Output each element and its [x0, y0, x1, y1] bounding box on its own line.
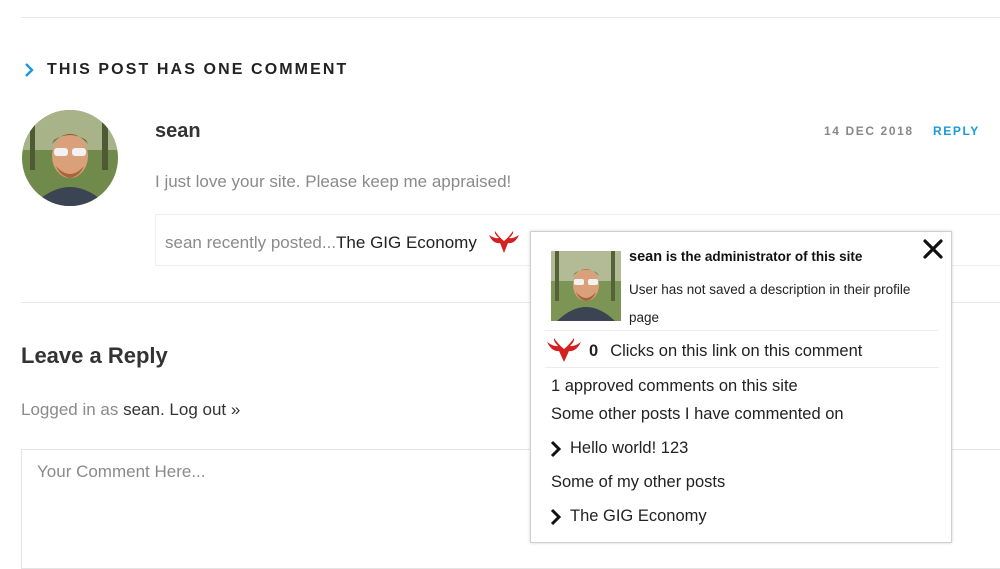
commentluv-wings-icon	[547, 338, 581, 362]
logged-prefix: Logged in as	[21, 400, 124, 419]
clicks-text: Clicks on this link on this comment	[610, 341, 863, 360]
commentluv-wings-icon[interactable]	[487, 231, 521, 255]
recent-post-link[interactable]: The GIG Economy	[336, 233, 477, 253]
author-info-popup: sean is the administrator of this site U…	[530, 231, 952, 543]
other-posts-heading: Some of my other posts	[551, 473, 726, 491]
logged-dot: .	[159, 400, 170, 419]
popup-clicks-row: 0 Clicks on this link on this comment	[545, 338, 862, 364]
comments-section-title: This Post Has One Comment	[21, 61, 348, 79]
recent-post-line: sean recently posted... The GIG Economy	[165, 231, 521, 255]
logged-in-line: Logged in as sean. Log out »	[21, 400, 240, 420]
approved-comments: 1 approved comments on this site	[551, 377, 798, 395]
comment-author[interactable]: sean	[155, 120, 201, 143]
popup-role: is the administrator of this site	[662, 249, 863, 264]
popup-avatar	[551, 251, 621, 321]
other-post-link[interactable]: The GIG Economy	[549, 507, 707, 526]
other-post-title[interactable]: The GIG Economy	[570, 507, 707, 526]
comment-date: 14 DEC 2018	[824, 124, 914, 138]
reply-link[interactable]: REPLY	[933, 124, 980, 138]
popup-avatar-photo	[551, 251, 621, 321]
popup-divider	[545, 330, 939, 331]
popup-name-line: sean is the administrator of this site	[629, 249, 862, 265]
commented-post-link[interactable]: Hello world! 123	[549, 439, 688, 458]
logout-link[interactable]: Log out »	[169, 400, 240, 419]
recent-prefix: sean recently posted...	[165, 233, 337, 252]
popup-description: User has not saved a description in thei…	[629, 282, 911, 325]
popup-divider	[545, 367, 939, 368]
chevron-right-icon	[550, 440, 562, 457]
logged-user-link[interactable]: sean	[123, 400, 160, 419]
avatar	[22, 110, 118, 206]
commented-heading: Some other posts I have commented on	[551, 405, 844, 423]
avatar-photo	[22, 110, 118, 206]
leave-reply-title: Leave a Reply	[21, 343, 168, 368]
chevron-right-icon	[550, 508, 562, 525]
commented-post-title[interactable]: Hello world! 123	[570, 439, 688, 458]
comment-text: I just love your site. Please keep me ap…	[155, 172, 512, 191]
popup-username: sean	[629, 249, 663, 265]
clicks-count: 0	[589, 341, 599, 360]
close-icon[interactable]	[920, 236, 946, 262]
top-divider	[21, 17, 1000, 18]
chevron-right-icon	[25, 63, 34, 77]
comments-heading: This Post Has One Comment	[47, 61, 349, 78]
